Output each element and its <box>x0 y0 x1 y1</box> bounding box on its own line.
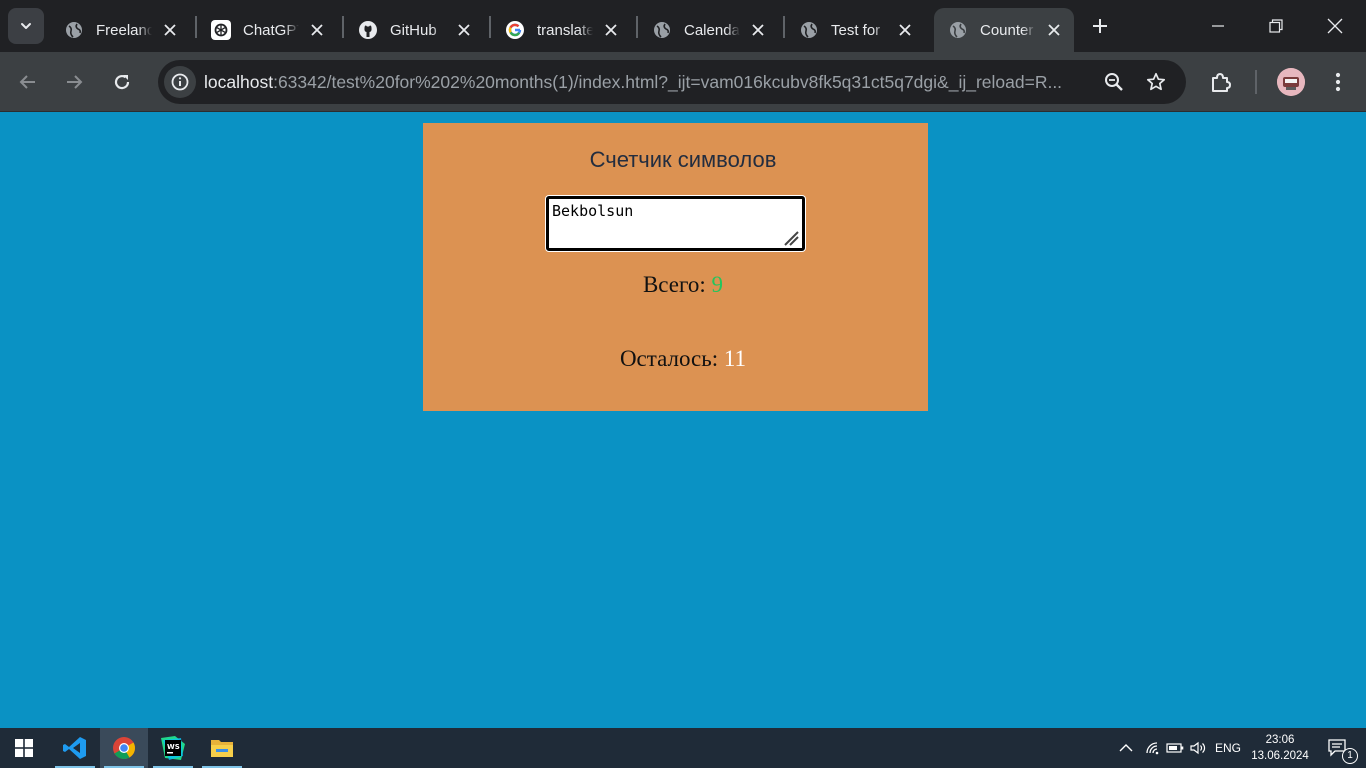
google-icon <box>505 20 525 40</box>
new-tab-button[interactable] <box>1086 12 1114 40</box>
close-icon[interactable] <box>895 20 915 40</box>
site-info-button[interactable] <box>164 66 196 98</box>
clock-date: 13.06.2024 <box>1251 750 1309 762</box>
zoom-out-icon <box>1105 73 1123 91</box>
notification-count-badge: 1 <box>1342 748 1358 764</box>
speaker-icon <box>1190 741 1206 755</box>
puzzle-icon <box>1212 73 1231 92</box>
arrow-left-icon <box>19 75 35 89</box>
start-icon <box>15 739 33 757</box>
tab-translate[interactable]: translate <box>491 8 631 52</box>
resize-handle-icon[interactable] <box>781 229 801 247</box>
tab-title: Calendar <box>684 21 740 39</box>
minimize-icon <box>1212 25 1224 27</box>
close-icon <box>1327 18 1343 34</box>
menu-button[interactable] <box>1322 66 1354 98</box>
url-host: localhost <box>204 72 274 92</box>
language-indicator[interactable]: ENG <box>1210 728 1246 768</box>
globe-icon <box>948 20 968 40</box>
close-icon[interactable] <box>160 20 180 40</box>
battery-button[interactable] <box>1164 728 1186 768</box>
remaining-count: Осталось: 11 <box>0 346 1366 372</box>
tab-strip: Freelance ChatGPT GitHub translate Calen… <box>0 0 1366 52</box>
reload-button[interactable] <box>106 66 138 98</box>
network-button[interactable] <box>1142 728 1164 768</box>
tab-test-for[interactable]: Test for <box>785 8 925 52</box>
windows-taskbar: WS ENG 23:06 13.06.2024 1 <box>0 728 1366 768</box>
taskbar-file-explorer[interactable] <box>198 728 246 768</box>
tab-calendar[interactable]: Calendar <box>638 8 778 52</box>
close-window-button[interactable] <box>1306 0 1364 52</box>
address-bar[interactable]: localhost:63342/test%20for%202%20months(… <box>158 60 1186 104</box>
forward-button[interactable] <box>58 66 90 98</box>
tab-github[interactable]: GitHub <box>344 8 484 52</box>
taskbar-vscode[interactable] <box>51 728 99 768</box>
close-icon[interactable] <box>1044 20 1064 40</box>
url-path: :63342/test%20for%202%20months(1)/index.… <box>273 72 1063 92</box>
more-vertical-icon <box>1335 72 1341 92</box>
globe-icon <box>64 20 84 40</box>
remaining-label: Осталось: <box>619 346 724 371</box>
show-hidden-icons-button[interactable] <box>1114 728 1138 768</box>
url-text[interactable]: localhost:63342/test%20for%202%20months(… <box>204 72 1094 93</box>
info-icon <box>171 73 189 91</box>
close-icon[interactable] <box>454 20 474 40</box>
chevron-down-icon <box>21 23 31 29</box>
vscode-icon <box>63 737 86 759</box>
tab-search-button[interactable] <box>8 8 44 44</box>
total-count: Всего: 9 <box>0 272 1366 298</box>
back-button[interactable] <box>12 66 44 98</box>
wifi-icon <box>1146 742 1159 755</box>
tab-freelance[interactable]: Freelance <box>50 8 190 52</box>
close-icon[interactable] <box>748 20 768 40</box>
chatgpt-icon <box>211 20 231 40</box>
file-explorer-icon <box>211 740 233 757</box>
restore-button[interactable] <box>1247 0 1305 52</box>
text-input[interactable] <box>546 196 805 251</box>
taskbar-clock[interactable]: 23:06 13.06.2024 <box>1244 732 1316 764</box>
close-icon[interactable] <box>601 20 621 40</box>
zoom-button[interactable] <box>1098 66 1130 98</box>
taskbar-chrome[interactable] <box>100 728 148 768</box>
tab-counter[interactable]: Counter <box>934 8 1074 52</box>
tab-title: Test for <box>831 21 887 39</box>
bookmark-button[interactable] <box>1140 66 1172 98</box>
toolbar-divider <box>1255 70 1257 94</box>
browser-toolbar: localhost:63342/test%20for%202%20months(… <box>0 52 1366 112</box>
tab-title: translate <box>537 21 593 39</box>
remaining-value: 11 <box>723 346 747 371</box>
close-icon[interactable] <box>307 20 327 40</box>
total-value: 9 <box>711 272 724 297</box>
star-icon <box>1146 72 1166 91</box>
minimize-button[interactable] <box>1189 0 1247 52</box>
globe-icon <box>652 20 672 40</box>
globe-icon <box>799 20 819 40</box>
webstorm-icon: WS <box>161 736 185 760</box>
profile-avatar[interactable] <box>1277 68 1305 96</box>
chevron-up-icon <box>1119 744 1133 752</box>
notification-center-button[interactable]: 1 <box>1318 728 1358 768</box>
restore-icon <box>1269 19 1283 33</box>
chrome-icon <box>113 737 135 759</box>
page-title: Счетчик символов <box>589 147 777 172</box>
tab-title: Freelance <box>96 21 152 39</box>
extensions-button[interactable] <box>1205 66 1237 98</box>
clock-time: 23:06 <box>1265 734 1295 746</box>
taskbar-webstorm[interactable]: WS <box>149 728 197 768</box>
tab-title: GitHub <box>390 21 446 39</box>
tab-title: ChatGPT <box>243 21 299 39</box>
tab-chatgpt[interactable]: ChatGPT <box>197 8 337 52</box>
total-label: Всего: <box>642 272 712 297</box>
svg-text:WS: WS <box>167 743 180 751</box>
battery-icon <box>1166 743 1184 753</box>
plus-icon <box>1093 19 1107 33</box>
github-icon <box>358 20 378 40</box>
avatar-icon <box>1277 68 1305 96</box>
volume-button[interactable] <box>1187 728 1209 768</box>
arrow-right-icon <box>67 75 83 89</box>
tab-title: Counter <box>980 21 1036 39</box>
reload-icon <box>114 74 130 90</box>
start-button[interactable] <box>0 728 48 768</box>
